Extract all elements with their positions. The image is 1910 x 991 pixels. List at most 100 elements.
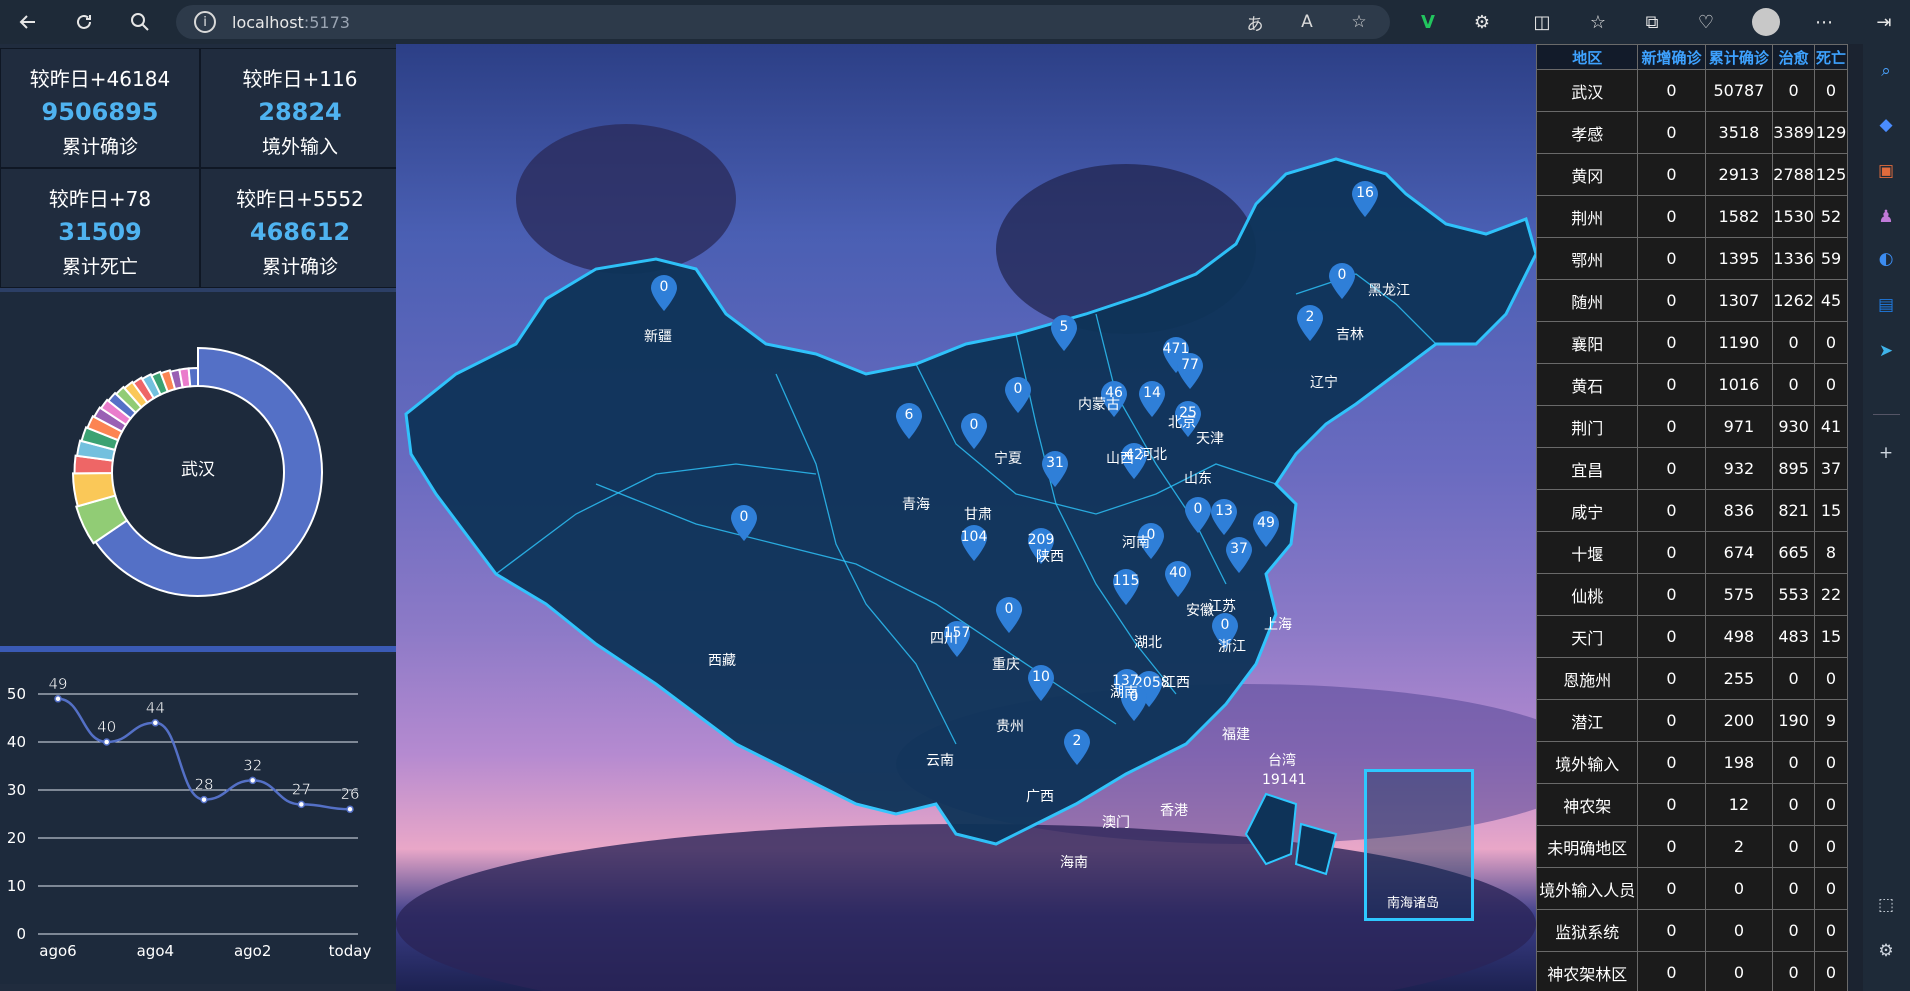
- map-pin-ningxia[interactable]: 0: [1003, 376, 1033, 414]
- table-cell: 190: [1772, 699, 1815, 742]
- address-bar[interactable]: i localhost:5173 あ A ☆: [176, 5, 1390, 39]
- map-pin-value: 0: [1337, 267, 1347, 283]
- map-pin-heilongjiang[interactable]: 16: [1350, 180, 1380, 218]
- extensions-icon[interactable]: ⚙: [1464, 4, 1500, 40]
- data-point[interactable]: [248, 776, 257, 785]
- read-aloud-icon[interactable]: A: [1290, 5, 1324, 39]
- map-pin-jiangsu[interactable]: 13: [1209, 498, 1239, 536]
- line-chart[interactable]: 0 10 20 30 40 50 ago6 ago4 ago2 today 49 40 44 28 32 27…: [0, 654, 396, 984]
- table-cell: 41: [1813, 405, 1848, 448]
- table-row: 神农架林区 0 0 0 0: [1536, 951, 1848, 991]
- china-map[interactable]: 南海诸岛 0 16 0 2 5 471 77 14 46 0 25 6 0 42 31 0 0 13 49 104 20…: [396, 44, 1536, 991]
- data-label: 27: [292, 780, 311, 798]
- table-row: 仙桃 0 575 553 22: [1536, 573, 1848, 616]
- data-point[interactable]: [346, 805, 354, 813]
- stat-label: 累计确诊: [61, 136, 138, 158]
- table-cell: 0: [1637, 783, 1706, 826]
- split-screen-icon[interactable]: ◫: [1524, 4, 1560, 40]
- map-pin-shaanxi[interactable]: 31: [1040, 450, 1070, 488]
- map-pin-shanghai[interactable]: 49: [1251, 510, 1281, 548]
- data-point[interactable]: [297, 800, 306, 809]
- table-cell: 8: [1813, 531, 1848, 574]
- map-pin-value: 10: [1032, 669, 1050, 685]
- map-pin-sichuan[interactable]: 104: [959, 524, 989, 562]
- map-pin-hebei[interactable]: 14: [1137, 380, 1167, 418]
- table-cell: 监狱系统: [1536, 909, 1639, 952]
- map-pin-gansu[interactable]: 0: [959, 412, 989, 450]
- map-pin-xinjiang[interactable]: 0: [649, 274, 679, 312]
- map-pin-jilin[interactable]: 0: [1327, 262, 1357, 300]
- telegram-icon[interactable]: ➤: [1871, 336, 1901, 366]
- map-pin-neimenggu[interactable]: 5: [1049, 314, 1079, 352]
- province-label: 北京: [1168, 415, 1196, 431]
- donut-slice[interactable]: [187, 366, 199, 388]
- settings-gear-icon[interactable]: ⚙: [1871, 936, 1901, 966]
- add-icon[interactable]: +: [1871, 438, 1901, 468]
- persona-icon[interactable]: ♟: [1871, 202, 1901, 232]
- province-label: 甘肃: [964, 507, 992, 523]
- table-cell: 0: [1704, 951, 1774, 991]
- table-cell: 襄阳: [1536, 321, 1639, 364]
- table-cell: 45: [1813, 279, 1848, 322]
- map-pin-guizhou[interactable]: 0: [994, 596, 1024, 634]
- map-pin-hainan[interactable]: 2: [1062, 728, 1092, 766]
- province-label: 山西: [1106, 451, 1134, 467]
- screenshot-icon[interactable]: ⬚: [1871, 890, 1901, 920]
- map-pin-tianjin[interactable]: 77: [1175, 352, 1205, 390]
- more-menu-icon[interactable]: ⋯: [1806, 4, 1842, 40]
- translate-icon[interactable]: あ: [1238, 5, 1272, 39]
- stat-label: 累计确诊: [261, 256, 338, 278]
- table-cell: 498: [1704, 615, 1774, 658]
- left-panel: 较昨日+46184 9506895 累计确诊 较昨日+116 28824 境外输…: [0, 44, 400, 991]
- province-label: 海南: [1060, 855, 1088, 871]
- table-cell: 37: [1813, 447, 1848, 490]
- province-label: 19141: [1262, 772, 1307, 788]
- outlook-icon[interactable]: ▤: [1871, 290, 1901, 320]
- profile-avatar[interactable]: [1748, 4, 1784, 40]
- sidebar-toggle-icon[interactable]: ⇥: [1866, 4, 1902, 40]
- table-cell: 0: [1772, 69, 1815, 112]
- info-icon[interactable]: i: [194, 11, 216, 33]
- map-pin-value: 37: [1230, 541, 1248, 557]
- south-china-sea-inset: 南海诸岛: [1364, 769, 1474, 921]
- province-label: 湖南: [1110, 685, 1138, 701]
- map-pin-hunan[interactable]: 115: [1111, 568, 1141, 606]
- data-point[interactable]: [102, 738, 111, 746]
- table-cell: 1395: [1704, 237, 1774, 280]
- province-label: 上海: [1264, 617, 1292, 633]
- map-pin-guangxi[interactable]: 10: [1026, 664, 1056, 702]
- province-label: 湖北: [1134, 635, 1162, 651]
- table-cell: 59: [1813, 237, 1848, 280]
- stat-delta: 较昨日+116: [242, 67, 358, 91]
- back-icon[interactable]: [10, 4, 46, 40]
- extension-v-icon[interactable]: V: [1410, 4, 1446, 40]
- map-pin-liaoning[interactable]: 2: [1295, 304, 1325, 342]
- copilot-icon[interactable]: ◐: [1871, 244, 1901, 274]
- map-pin-jiangxi[interactable]: 40: [1163, 560, 1193, 598]
- data-point[interactable]: [200, 795, 208, 804]
- search-icon[interactable]: [122, 4, 158, 40]
- refresh-icon[interactable]: [66, 4, 102, 40]
- favorite-star-icon[interactable]: ☆: [1342, 5, 1376, 39]
- favorites-icon[interactable]: ☆: [1580, 4, 1616, 40]
- table-cell: 0: [1637, 951, 1706, 991]
- province-label: 吉林: [1336, 327, 1364, 343]
- shopping-tag-icon[interactable]: ◆: [1871, 110, 1901, 140]
- table-cell: 0: [1637, 615, 1706, 658]
- province-label: 云南: [926, 753, 954, 769]
- tools-icon[interactable]: ▣: [1871, 156, 1901, 186]
- table-cell: 孝感: [1536, 111, 1639, 154]
- stat-label: 境外输入: [261, 136, 338, 158]
- region-table-panel: 地区 新增确诊 累计确诊 治愈 死亡 武汉 0 50787 0 0 孝感 0 3518 3389…: [1536, 44, 1848, 991]
- map-pin-xizang[interactable]: 0: [729, 504, 759, 542]
- table-cell: 665: [1772, 531, 1815, 574]
- x-tick-label: ago6: [39, 942, 76, 960]
- map-pin-zhejiang[interactable]: 37: [1224, 536, 1254, 574]
- table-cell: 0: [1772, 741, 1815, 784]
- data-point[interactable]: [151, 719, 160, 727]
- search-icon[interactable]: ⌕: [1871, 56, 1901, 86]
- map-pin-qinghai[interactable]: 6: [894, 402, 924, 440]
- collections-icon[interactable]: ⧉: [1634, 4, 1670, 40]
- data-point[interactable]: [54, 695, 62, 703]
- performance-icon[interactable]: ♡: [1688, 4, 1724, 40]
